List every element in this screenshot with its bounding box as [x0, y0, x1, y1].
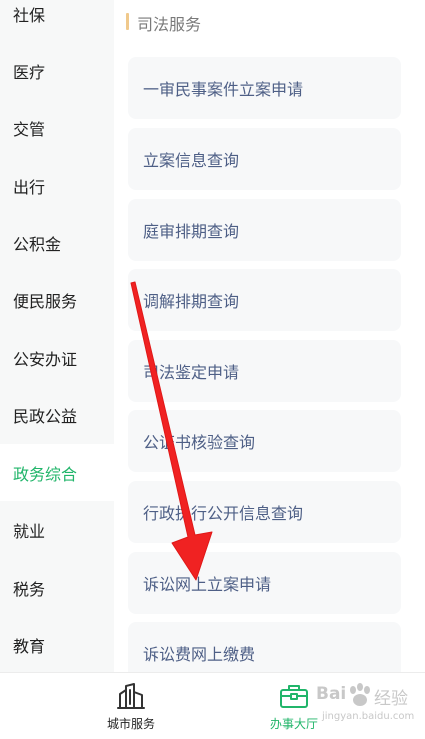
sidebar-item-chuxing[interactable]: 出行 [0, 157, 114, 214]
service-list-panel: 司法服务 一审民事案件立案申请 立案信息查询 庭审排期查询 调解排期查询 司法鉴… [114, 0, 425, 672]
service-label: 一审民事案件立案申请 [143, 80, 304, 99]
sidebar-item-shuiwu[interactable]: 税务 [0, 559, 114, 616]
tab-city-services[interactable]: 城市服务 [61, 673, 201, 739]
briefcase-icon [280, 685, 308, 708]
tab-service-hall[interactable]: 办事大厅 [224, 673, 364, 739]
section-header: 司法服务 [114, 0, 425, 46]
city-buildings-icon [117, 683, 145, 709]
service-card[interactable]: 庭审排期查询 [128, 199, 401, 261]
sidebar-item-label: 公积金 [13, 234, 62, 254]
sidebar-item-label: 便民服务 [13, 291, 78, 311]
service-card[interactable]: 公证书核验查询 [128, 410, 401, 472]
service-card[interactable]: 调解排期查询 [128, 269, 401, 331]
service-label: 调解排期查询 [143, 292, 240, 311]
tab-label: 城市服务 [106, 717, 155, 731]
bottom-tab-bar: 城市服务 办事大厅 [0, 672, 425, 738]
sidebar-item-label: 社保 [13, 5, 46, 25]
service-label: 庭审排期查询 [143, 222, 240, 241]
sidebar-item-label: 税务 [13, 579, 46, 599]
service-card[interactable]: 诉讼费网上缴费 [128, 622, 401, 672]
sidebar-item-label: 民政公益 [13, 406, 78, 426]
service-label: 诉讼网上立案申请 [143, 575, 272, 594]
sidebar-item-label: 就业 [13, 521, 46, 541]
section-accent-bar [126, 13, 129, 30]
service-card[interactable]: 立案信息查询 [128, 128, 401, 190]
sidebar-item-label: 政务综合 [13, 464, 78, 484]
sidebar-item-gongan[interactable]: 公安办证 [0, 329, 114, 386]
service-label: 立案信息查询 [143, 151, 240, 170]
sidebar-item-label: 公安办证 [13, 349, 78, 369]
sidebar-item-zhengwu[interactable]: 政务综合 [0, 444, 114, 501]
tab-label: 办事大厅 [269, 717, 318, 731]
service-label: 诉讼费网上缴费 [143, 645, 256, 664]
service-card-highlighted[interactable]: 诉讼网上立案申请 [128, 552, 401, 614]
sidebar-item-jiaoyu[interactable]: 教育 [0, 616, 114, 672]
sidebar-item-label: 交管 [13, 119, 46, 139]
sidebar-item-jiaoguan[interactable]: 交管 [0, 99, 114, 156]
section-title: 司法服务 [137, 15, 202, 34]
sidebar-item-label: 医疗 [13, 62, 46, 82]
sidebar-item-shebao[interactable]: 社保 [0, 0, 114, 42]
service-card[interactable]: 一审民事案件立案申请 [128, 57, 401, 119]
sidebar-item-gongjijin[interactable]: 公积金 [0, 214, 114, 271]
sidebar-item-minzheng[interactable]: 民政公益 [0, 386, 114, 443]
service-card[interactable]: 司法鉴定申请 [128, 340, 401, 402]
sidebar-item-jiuye[interactable]: 就业 [0, 501, 114, 558]
sidebar-item-yiliao[interactable]: 医疗 [0, 42, 114, 99]
service-label: 公证书核验查询 [143, 433, 256, 452]
category-sidebar: 社保 医疗 交管 出行 公积金 便民服务 公安办证 民政公益 政务综合 就业 税… [0, 0, 114, 672]
service-label: 行政执行公开信息查询 [143, 504, 304, 523]
sidebar-item-bianmin[interactable]: 便民服务 [0, 271, 114, 328]
service-card[interactable]: 行政执行公开信息查询 [128, 481, 401, 543]
sidebar-item-label: 教育 [13, 636, 46, 656]
service-label: 司法鉴定申请 [143, 363, 240, 382]
sidebar-item-label: 出行 [13, 177, 46, 197]
